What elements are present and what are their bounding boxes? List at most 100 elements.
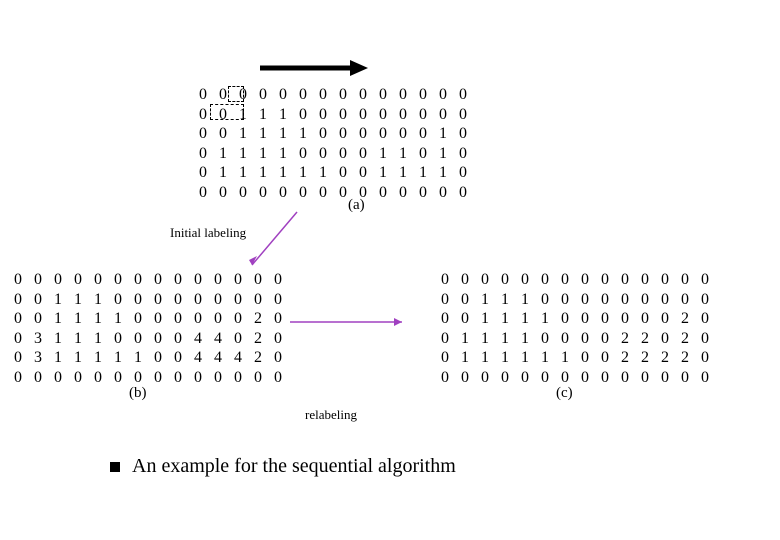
matrix-cell: 0 bbox=[248, 270, 268, 290]
matrix-cell: 0 bbox=[595, 290, 615, 310]
matrix-cell: 1 bbox=[48, 290, 68, 310]
matrix-cell: 0 bbox=[268, 309, 288, 329]
matrix-cell: 0 bbox=[128, 329, 148, 349]
matrix-cell: 1 bbox=[433, 144, 453, 164]
matrix-cell: 0 bbox=[373, 124, 393, 144]
matrix-cell: 0 bbox=[695, 329, 715, 349]
matrix-cell: 1 bbox=[455, 329, 475, 349]
matrix-cell: 0 bbox=[555, 270, 575, 290]
matrix-cell: 0 bbox=[28, 290, 48, 310]
matrix-cell: 1 bbox=[48, 329, 68, 349]
matrix-cell: 2 bbox=[635, 348, 655, 368]
matrix-cell: 0 bbox=[453, 105, 473, 125]
matrix-cell: 0 bbox=[8, 270, 28, 290]
label-b: (b) bbox=[129, 385, 147, 402]
matrix-cell: 2 bbox=[675, 309, 695, 329]
matrix-cell: 0 bbox=[575, 368, 595, 388]
bullet-icon bbox=[110, 462, 120, 472]
matrix-cell: 0 bbox=[695, 290, 715, 310]
matrix-cell: 0 bbox=[433, 85, 453, 105]
matrix-cell: 0 bbox=[193, 85, 213, 105]
matrix-cell: 0 bbox=[435, 270, 455, 290]
matrix-cell: 1 bbox=[475, 348, 495, 368]
matrix-cell: 0 bbox=[515, 368, 535, 388]
matrix-cell: 0 bbox=[188, 270, 208, 290]
initial-labeling-arrow bbox=[247, 210, 302, 270]
matrix-b: 0000000000000000111000000000001111000000… bbox=[8, 270, 288, 388]
matrix-cell: 0 bbox=[555, 329, 575, 349]
matrix-cell: 1 bbox=[213, 144, 233, 164]
matrix-cell: 0 bbox=[313, 183, 333, 203]
matrix-cell: 0 bbox=[213, 183, 233, 203]
matrix-cell: 1 bbox=[68, 309, 88, 329]
matrix-cell: 1 bbox=[515, 290, 535, 310]
matrix-cell: 0 bbox=[248, 368, 268, 388]
matrix-cell: 0 bbox=[128, 270, 148, 290]
matrix-cell: 2 bbox=[675, 329, 695, 349]
caption-line: An example for the sequential algorithm bbox=[110, 455, 456, 478]
matrix-cell: 0 bbox=[8, 368, 28, 388]
matrix-cell: 0 bbox=[88, 368, 108, 388]
matrix-cell: 0 bbox=[575, 290, 595, 310]
matrix-cell: 0 bbox=[435, 348, 455, 368]
matrix-cell: 0 bbox=[595, 348, 615, 368]
matrix-cell: 0 bbox=[393, 85, 413, 105]
matrix-cell: 0 bbox=[228, 309, 248, 329]
matrix-cell: 0 bbox=[575, 309, 595, 329]
matrix-cell: 0 bbox=[108, 290, 128, 310]
matrix-cell: 0 bbox=[695, 270, 715, 290]
matrix-cell: 1 bbox=[413, 163, 433, 183]
matrix-cell: 1 bbox=[273, 105, 293, 125]
matrix-cell: 0 bbox=[475, 270, 495, 290]
matrix-cell: 0 bbox=[293, 144, 313, 164]
matrix-cell: 0 bbox=[273, 183, 293, 203]
matrix-cell: 2 bbox=[248, 348, 268, 368]
matrix-cell: 1 bbox=[88, 348, 108, 368]
initial-labeling-text: Initial labeling bbox=[170, 225, 246, 241]
matrix-cell: 1 bbox=[233, 124, 253, 144]
matrix-cell: 0 bbox=[8, 329, 28, 349]
matrix-cell: 0 bbox=[413, 105, 433, 125]
matrix-cell: 0 bbox=[313, 144, 333, 164]
matrix-cell: 0 bbox=[353, 105, 373, 125]
matrix-cell: 1 bbox=[88, 329, 108, 349]
matrix-cell: 1 bbox=[515, 329, 535, 349]
matrix-cell: 2 bbox=[675, 348, 695, 368]
matrix-cell: 0 bbox=[635, 309, 655, 329]
matrix-cell: 0 bbox=[453, 144, 473, 164]
matrix-cell: 1 bbox=[433, 163, 453, 183]
matrix-cell: 0 bbox=[655, 290, 675, 310]
matrix-cell: 0 bbox=[208, 309, 228, 329]
matrix-c: 0000000000000000111000000000001111000000… bbox=[435, 270, 715, 388]
matrix-cell: 1 bbox=[455, 348, 475, 368]
matrix-cell: 0 bbox=[535, 368, 555, 388]
matrix-cell: 0 bbox=[595, 270, 615, 290]
matrix-cell: 1 bbox=[48, 309, 68, 329]
matrix-cell: 0 bbox=[435, 309, 455, 329]
matrix-cell: 1 bbox=[273, 144, 293, 164]
matrix-cell: 0 bbox=[8, 348, 28, 368]
label-c: (c) bbox=[556, 385, 573, 402]
matrix-cell: 4 bbox=[208, 329, 228, 349]
matrix-cell: 3 bbox=[28, 348, 48, 368]
matrix-cell: 1 bbox=[515, 348, 535, 368]
matrix-cell: 0 bbox=[208, 290, 228, 310]
matrix-cell: 1 bbox=[253, 163, 273, 183]
matrix-cell: 0 bbox=[453, 124, 473, 144]
matrix-cell: 1 bbox=[373, 163, 393, 183]
matrix-cell: 1 bbox=[293, 163, 313, 183]
matrix-cell: 0 bbox=[353, 163, 373, 183]
relabeling-arrow bbox=[290, 317, 410, 327]
matrix-cell: 0 bbox=[128, 290, 148, 310]
matrix-cell: 0 bbox=[148, 329, 168, 349]
matrix-cell: 0 bbox=[515, 270, 535, 290]
matrix-cell: 0 bbox=[193, 183, 213, 203]
matrix-cell: 0 bbox=[635, 270, 655, 290]
matrix-cell: 0 bbox=[695, 309, 715, 329]
matrix-cell: 0 bbox=[433, 183, 453, 203]
matrix-cell: 0 bbox=[108, 329, 128, 349]
matrix-cell: 2 bbox=[635, 329, 655, 349]
matrix-cell: 0 bbox=[353, 85, 373, 105]
matrix-cell: 0 bbox=[48, 270, 68, 290]
scan-direction-arrow bbox=[260, 58, 370, 78]
